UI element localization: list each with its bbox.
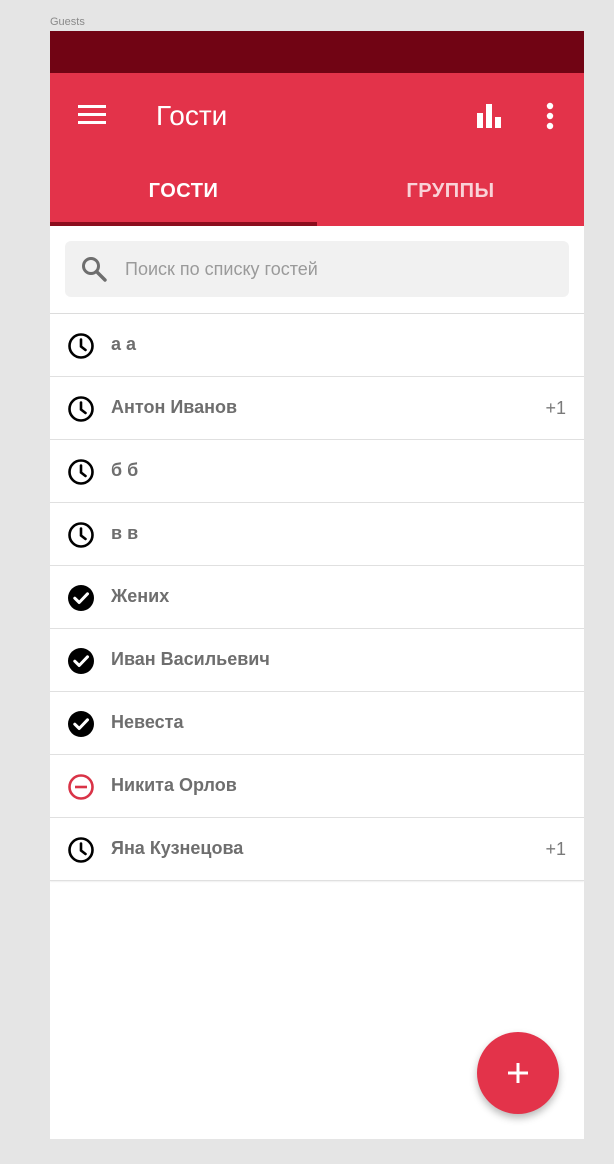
guest-name: в в: [111, 523, 139, 543]
guest-row[interactable]: Яна Кузнецова +1: [50, 818, 584, 881]
search-input[interactable]: [125, 241, 555, 297]
search-section: [50, 226, 584, 314]
tab-groups[interactable]: ГРУППЫ: [317, 157, 584, 226]
clock-icon: [67, 332, 95, 360]
hamburger-menu-icon[interactable]: [78, 105, 106, 125]
clock-icon: [67, 521, 95, 549]
check-circle-icon: [67, 584, 95, 612]
guest-row[interactable]: в в: [50, 503, 584, 566]
clock-icon: [67, 458, 95, 486]
guest-row[interactable]: Никита Орлов: [50, 755, 584, 818]
guest-name: Иван Васильевич: [111, 649, 270, 669]
tab-guests[interactable]: ГОСТИ: [50, 157, 317, 226]
guest-name: Антон Иванов: [111, 397, 238, 417]
minus-circle-icon: [67, 773, 95, 801]
guest-name: а а: [111, 334, 137, 354]
guest-row[interactable]: Невеста: [50, 692, 584, 755]
search-box: [65, 241, 569, 297]
page-title: Гости: [156, 100, 228, 131]
guest-name: Никита Орлов: [111, 775, 237, 795]
check-circle-icon: [67, 710, 95, 738]
clock-icon: [67, 395, 95, 423]
check-circle-icon: [67, 647, 95, 675]
frame-label: Guests: [50, 16, 85, 28]
guest-name: Жених: [111, 586, 170, 606]
guest-name: Невеста: [111, 712, 184, 732]
tab-bar: ГОСТИ ГРУППЫ: [50, 157, 584, 226]
clock-icon: [67, 836, 95, 864]
guest-name: Яна Кузнецова: [111, 838, 244, 858]
add-guest-button[interactable]: [477, 1032, 559, 1114]
status-bar: [50, 31, 584, 73]
app-screen: Гости ГОСТИ ГРУППЫ а а Антон Иванов +1 б б в…: [50, 31, 584, 1139]
plus-one-count: +1: [545, 398, 566, 418]
plus-one-count: +1: [545, 839, 566, 859]
guest-row[interactable]: б б: [50, 440, 584, 503]
more-vert-icon[interactable]: [542, 102, 558, 130]
guest-row[interactable]: Антон Иванов +1: [50, 377, 584, 440]
add-icon: [508, 1063, 528, 1083]
guest-row[interactable]: а а: [50, 314, 584, 377]
guest-name: б б: [111, 460, 139, 480]
guest-row[interactable]: Жених: [50, 566, 584, 629]
guest-list: а а Антон Иванов +1 б б в в Жених Иван Василье…: [50, 314, 584, 881]
app-bar: Гости: [50, 73, 584, 157]
guest-row[interactable]: Иван Васильевич: [50, 629, 584, 692]
bar-chart-icon[interactable]: [476, 104, 502, 128]
search-icon: [82, 257, 107, 282]
